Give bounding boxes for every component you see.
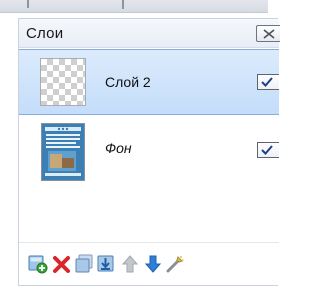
- checkmark-icon: [261, 145, 273, 155]
- panel-title: Слои: [26, 25, 64, 42]
- move-up-icon: [121, 255, 139, 273]
- layer-properties-button[interactable]: [165, 254, 185, 274]
- layers-panel: Слои Слой 2 Фон: [18, 18, 280, 286]
- delete-layer-button[interactable]: [52, 254, 72, 274]
- move-layer-up-button[interactable]: [120, 254, 140, 274]
- layer-row[interactable]: Фон: [19, 117, 279, 183]
- layer-name: Фон: [105, 140, 132, 156]
- panel-title-bar[interactable]: Слои: [19, 19, 280, 48]
- duplicate-layer-icon: [75, 254, 93, 273]
- merge-down-icon: [97, 255, 114, 272]
- layers-list: Слой 2 Фон: [19, 48, 279, 241]
- delete-icon: [53, 256, 70, 273]
- top-toolbar-strip: [0, 0, 268, 13]
- layer-visibility-checkbox[interactable]: [257, 142, 279, 158]
- new-layer-button[interactable]: [28, 254, 48, 274]
- close-button[interactable]: [256, 25, 280, 42]
- layer-properties-icon: [166, 256, 184, 273]
- merge-down-button[interactable]: [96, 254, 116, 274]
- checkmark-icon: [261, 77, 273, 87]
- poster-image: [42, 124, 84, 180]
- move-down-icon: [144, 255, 162, 273]
- move-layer-down-button[interactable]: [143, 254, 163, 274]
- duplicate-layer-button[interactable]: [74, 254, 94, 274]
- toolbar-divider: [122, 0, 124, 9]
- layers-toolbar: [19, 242, 279, 283]
- new-layer-icon: [28, 255, 48, 274]
- layer-visibility-checkbox[interactable]: [257, 74, 279, 90]
- layer-row[interactable]: Слой 2: [19, 49, 279, 115]
- layer-name: Слой 2: [105, 74, 151, 90]
- close-icon: [263, 29, 275, 39]
- layer-thumbnail: [40, 58, 86, 106]
- toolbar-divider: [27, 0, 29, 8]
- layer-thumbnail: [41, 123, 85, 181]
